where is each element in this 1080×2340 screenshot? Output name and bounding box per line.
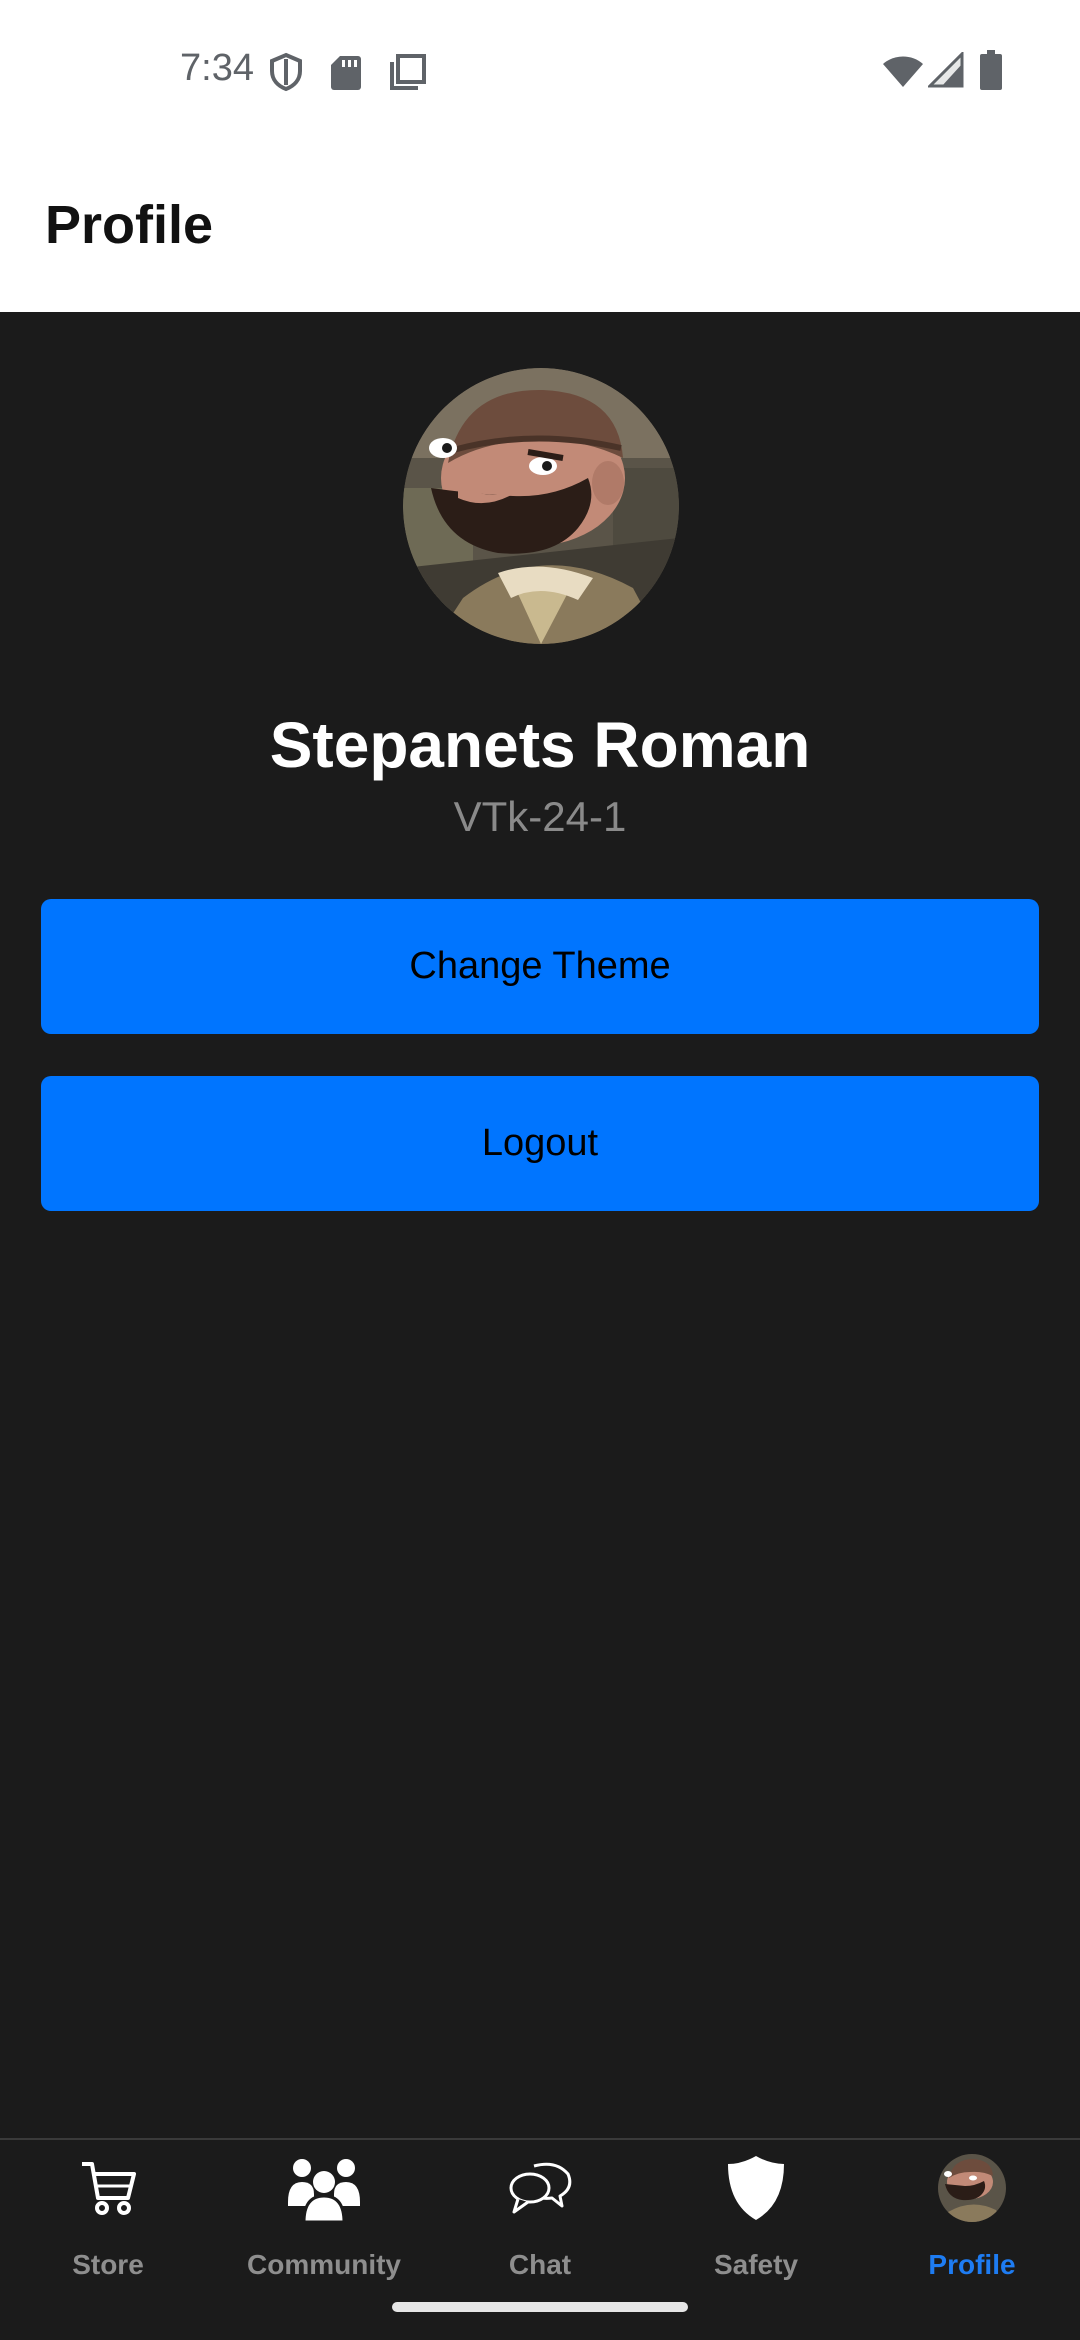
app-header: Profile <box>0 140 1080 312</box>
avatar-icon <box>938 2154 1006 2222</box>
avatar-image <box>403 368 679 644</box>
shield-icon <box>728 2156 784 2220</box>
nav-label-store: Store <box>72 2249 144 2280</box>
nav-item-chat[interactable]: Chat <box>432 2140 648 2280</box>
cart-icon <box>82 2162 136 2215</box>
signal-icon <box>928 52 964 88</box>
community-icon <box>288 2159 360 2224</box>
page-title: Profile <box>45 195 214 255</box>
avatar <box>403 368 679 644</box>
wifi-icon <box>883 56 923 87</box>
sd-card-icon <box>331 56 361 90</box>
status-bar: 7:34 <box>0 0 1080 140</box>
nav-label-chat: Chat <box>508 2249 572 2280</box>
nav-item-store[interactable]: Store <box>0 2140 216 2280</box>
change-theme-button[interactable]: Change Theme <box>41 899 1039 1034</box>
battery-icon <box>980 50 1002 90</box>
nav-item-profile[interactable]: Profile <box>864 2140 1080 2280</box>
shield-icon <box>270 52 302 92</box>
status-time: 7:34 <box>180 47 254 89</box>
profile-group: VTk-24-1 <box>453 793 627 840</box>
nav-item-safety[interactable]: Safety <box>648 2140 864 2280</box>
home-indicator[interactable] <box>392 2302 688 2312</box>
nav-item-community[interactable]: Community <box>216 2140 432 2280</box>
profile-screen: 7:34 Profile Stepanets Roman VTk-24-1 Ch… <box>0 0 1080 2340</box>
copy-icon <box>390 54 426 90</box>
nav-label-safety: Safety <box>713 2249 799 2280</box>
logout-button[interactable]: Logout <box>41 1076 1039 1211</box>
nav-label-community: Community <box>247 2249 401 2280</box>
nav-label-profile: Profile <box>928 2249 1016 2280</box>
profile-name: Stepanets Roman <box>269 709 811 781</box>
chat-icon <box>509 2162 572 2214</box>
